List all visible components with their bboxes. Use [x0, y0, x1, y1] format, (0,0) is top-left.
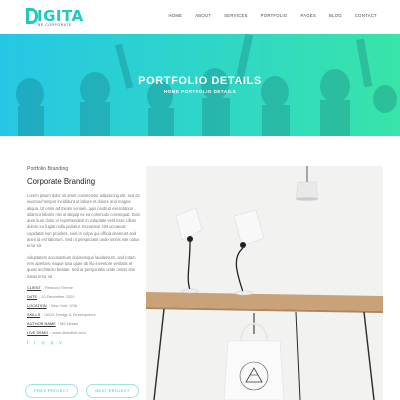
pinterest-icon[interactable]: p: [51, 340, 53, 345]
next-project-button[interactable]: NEXT PROJECT: [86, 384, 139, 398]
meta-author: AUTHOR NAME: MS Nerasi: [27, 321, 79, 327]
meta-client: CLIENT: Redcord Theme: [27, 284, 73, 290]
vimeo-icon[interactable]: v: [59, 340, 61, 345]
nav-contact[interactable]: CONTACT: [355, 13, 377, 18]
meta-label: LOCATION: [27, 303, 47, 309]
main-nav: HOME ABOUT SERVICES PORTFOLIO PAGES BLOG…: [155, 13, 377, 18]
project-image: [146, 166, 383, 400]
live-demo-link[interactable]: www.demolink.com: [52, 330, 85, 335]
logo-tagline: BE CORPORATE: [38, 23, 72, 27]
nav-about[interactable]: ABOUT: [195, 13, 211, 18]
logo[interactable]: IGITA BE CORPORATE: [25, 7, 85, 29]
page-title: PORTFOLIO DETAILS: [138, 75, 262, 87]
lamp-scene-illustration: [146, 166, 383, 400]
breadcrumb: HOME PORTFOLIO DETAILS: [163, 89, 237, 94]
project-details: Portfolio Branding Corporate Branding Lo…: [27, 166, 143, 345]
meta-value: MS Nerasi: [59, 321, 79, 327]
social-links: f t ◎ p v: [27, 340, 143, 345]
meta-value: 20 December 2020: [41, 293, 75, 299]
meta-skills: SKILLS: UI/UX Design & Development: [27, 312, 96, 318]
meta-value: New York, USA: [50, 303, 78, 309]
instagram-icon[interactable]: ◎: [41, 340, 45, 345]
nav-blog[interactable]: BLOG: [329, 13, 342, 18]
page-banner: PORTFOLIO DETAILS HOME PORTFOLIO DETAILS: [0, 34, 400, 136]
nav-portfolio[interactable]: PORTFOLIO: [261, 13, 288, 18]
meta-value: UI/UX Design & Development: [44, 312, 96, 318]
project-title: Corporate Branding: [27, 177, 96, 186]
meta-label: LIVE DEMO: [27, 330, 49, 336]
nav-services[interactable]: SERVICES: [224, 13, 248, 18]
prev-project-button[interactable]: PREV PROJECT: [25, 384, 78, 398]
nav-home[interactable]: HOME: [168, 13, 182, 18]
meta-label: SKILLS: [27, 312, 41, 318]
meta-label: CLIENT: [27, 284, 41, 290]
meta-date: DATE: 20 December 2020: [27, 293, 75, 299]
project-description-2: voluptatem accusantium doloremque laudan…: [27, 254, 136, 279]
site-header: IGITA BE CORPORATE HOME ABOUT SERVICES P…: [0, 0, 400, 34]
nav-pages[interactable]: PAGES: [301, 13, 317, 18]
meta-label: DATE: [27, 293, 38, 299]
meta-location: LOCATION: New York, USA: [27, 303, 78, 309]
twitter-icon[interactable]: t: [34, 340, 35, 345]
facebook-icon[interactable]: f: [27, 340, 28, 345]
project-description-1: Lorem ipsum dolor sit amet consectetur a…: [27, 193, 140, 249]
meta-label: AUTHOR NAME: [27, 321, 56, 327]
meta-live-demo: LIVE DEMO: www.demolink.com: [27, 330, 86, 336]
meta-value: Redcord Theme: [45, 284, 73, 290]
project-category: Portfolio Branding: [27, 166, 69, 172]
